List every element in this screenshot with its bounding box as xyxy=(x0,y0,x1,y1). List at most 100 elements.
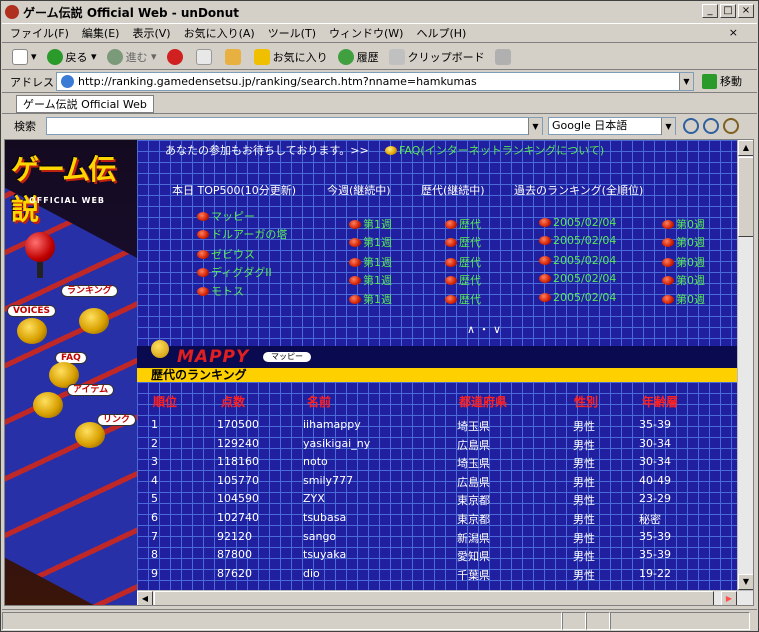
nav-ranking[interactable]: ランキング xyxy=(61,285,118,297)
header-past-ranking: 過去のランキング(全順位) xyxy=(514,184,644,197)
past-ranking-link[interactable]: 2005/02/04 xyxy=(539,272,616,285)
game-link[interactable]: ゼビウス xyxy=(197,246,255,262)
weekly-link[interactable]: 第1週 xyxy=(349,291,392,307)
address-input[interactable]: http://ranking.gamedensetsu.jp/ranking/s… xyxy=(56,72,694,91)
printer-icon xyxy=(494,48,511,65)
weekly-link-label: 第1週 xyxy=(363,236,392,249)
nav-voices[interactable]: VOICES xyxy=(7,305,57,317)
week0-link[interactable]: 第0週 xyxy=(662,254,705,270)
gender-cell: 男性 xyxy=(573,494,595,508)
page-nav-arrows[interactable]: ∧ ・ ∨ xyxy=(467,321,501,337)
weekly-link[interactable]: 第1週 xyxy=(349,254,392,270)
site-logo[interactable]: ゲーム伝説 xyxy=(11,148,133,226)
scroll-down-icon[interactable]: ▼ xyxy=(738,574,753,590)
past-ranking-link[interactable]: 2005/02/04 xyxy=(539,291,616,304)
stop-button[interactable] xyxy=(166,48,186,65)
nav-link[interactable]: リンク xyxy=(97,414,137,426)
home-button[interactable] xyxy=(224,48,244,65)
bullet-icon xyxy=(445,220,457,229)
search-dropdown-icon[interactable]: ▼ xyxy=(528,118,542,135)
vertical-scrollbar[interactable]: ▲ ▼ xyxy=(737,140,753,590)
print-button[interactable] xyxy=(494,48,514,65)
clipboard-label: クリップボード xyxy=(407,50,485,64)
game-link[interactable]: モトス xyxy=(197,283,244,299)
scroll-thumb[interactable] xyxy=(738,157,753,237)
hscroll-thumb[interactable] xyxy=(154,591,714,605)
maximize-button[interactable]: □ xyxy=(720,4,736,18)
weekly-link[interactable]: 第1週 xyxy=(349,272,392,288)
past-ranking-link[interactable]: 2005/02/04 xyxy=(539,234,616,247)
rank-cell: 2 xyxy=(151,436,158,450)
menu-favorites[interactable]: お気に入り(A) xyxy=(184,25,255,41)
table-row: 7 92120 sango 新潟県 男性 35-39 xyxy=(137,530,737,548)
past-ranking-link[interactable]: 2005/02/04 xyxy=(539,216,616,229)
find-icon[interactable] xyxy=(703,118,719,134)
table-row: 4 105770 smily777 広島県 男性 40-49 xyxy=(137,474,737,492)
faq-link[interactable]: FAQ(インターネットランキングについて) xyxy=(385,142,604,158)
highlight-icon[interactable] xyxy=(723,118,739,134)
table-row: 1 170500 iihamappy 埼玉県 男性 35-39 xyxy=(137,418,737,436)
weekly-link[interactable]: 第1週 xyxy=(349,216,392,232)
close-button[interactable]: × xyxy=(738,4,754,18)
page-icon xyxy=(61,75,74,88)
weekly-link-label: 第1週 xyxy=(363,293,392,306)
gender-cell: 男性 xyxy=(573,531,595,545)
game-link[interactable]: マッピー xyxy=(197,208,255,224)
menu-file[interactable]: ファイル(F) xyxy=(10,25,69,41)
alltime-link[interactable]: 歴代 xyxy=(445,234,481,250)
scroll-right-icon[interactable]: ▶ xyxy=(721,591,737,605)
week0-link[interactable]: 第0週 xyxy=(662,291,705,307)
search-icon[interactable] xyxy=(683,118,699,134)
week0-link[interactable]: 第0週 xyxy=(662,272,705,288)
week0-link[interactable]: 第0週 xyxy=(662,216,705,232)
menu-window[interactable]: ウィンドウ(W) xyxy=(329,25,403,41)
alltime-link[interactable]: 歴代 xyxy=(445,272,481,288)
address-label: アドレス xyxy=(10,75,54,89)
history-button[interactable]: 履歴 xyxy=(337,48,379,65)
name-cell: iihamappy xyxy=(303,418,361,431)
bullet-icon xyxy=(197,230,209,239)
intro-text: あなたの参加もお待ちしております。>> xyxy=(165,144,369,157)
nav-item[interactable]: アイテム xyxy=(67,384,115,396)
alltime-link[interactable]: 歴代 xyxy=(445,254,481,270)
week0-link[interactable]: 第0週 xyxy=(662,234,705,250)
past-ranking-link[interactable]: 2005/02/04 xyxy=(539,254,616,267)
button-ball-icon xyxy=(33,392,63,418)
game-link-label: マッピー xyxy=(211,210,255,223)
tab-game-densetsu[interactable]: ゲーム伝説 Official Web xyxy=(16,95,154,113)
col-age: 年齢層 xyxy=(642,395,679,409)
menu-help[interactable]: ヘルプ(H) xyxy=(416,25,466,41)
past-ranking-link-label: 2005/02/04 xyxy=(553,254,617,267)
scroll-up-icon[interactable]: ▲ xyxy=(738,140,753,156)
new-button[interactable]: ▾ xyxy=(12,48,37,65)
history-icon xyxy=(337,48,354,65)
minimize-button[interactable]: _ xyxy=(702,4,718,18)
game-link[interactable]: ドルアーガの塔 xyxy=(197,226,287,242)
menu-tools[interactable]: ツール(T) xyxy=(268,25,316,41)
age-cell: 35-39 xyxy=(639,418,671,431)
prefecture-cell: 広島県 xyxy=(457,475,490,489)
search-engine-select[interactable]: Google 日本語 ▼ xyxy=(548,117,676,135)
menu-edit[interactable]: 編集(E) xyxy=(82,25,120,41)
back-button[interactable]: 戻る ▾ xyxy=(46,48,97,65)
gender-cell: 男性 xyxy=(573,438,595,452)
close-tab-icon[interactable]: × xyxy=(729,26,738,39)
favorites-button[interactable]: お気に入り xyxy=(253,48,328,65)
go-button[interactable]: 移動 xyxy=(702,73,742,89)
engine-dropdown-icon[interactable]: ▼ xyxy=(661,118,675,135)
rank-cell: 8 xyxy=(151,548,158,562)
address-dropdown-icon[interactable]: ▼ xyxy=(679,73,693,90)
game-link[interactable]: ディグダグII xyxy=(197,264,272,280)
refresh-button[interactable] xyxy=(195,48,215,65)
menu-view[interactable]: 表示(V) xyxy=(132,25,170,41)
forward-button[interactable]: 進む ▾ xyxy=(106,48,157,65)
age-cell: 35-39 xyxy=(639,529,671,543)
scroll-left-icon[interactable]: ◀ xyxy=(137,591,153,605)
alltime-link[interactable]: 歴代 xyxy=(445,291,481,307)
col-rank: 順位 xyxy=(153,395,178,409)
search-input[interactable]: ▼ xyxy=(46,117,543,135)
horizontal-scrollbar[interactable]: ◀ ▶ xyxy=(137,590,753,605)
clipboard-button[interactable]: クリップボード xyxy=(388,48,485,65)
alltime-link[interactable]: 歴代 xyxy=(445,216,481,232)
weekly-link[interactable]: 第1週 xyxy=(349,234,392,250)
